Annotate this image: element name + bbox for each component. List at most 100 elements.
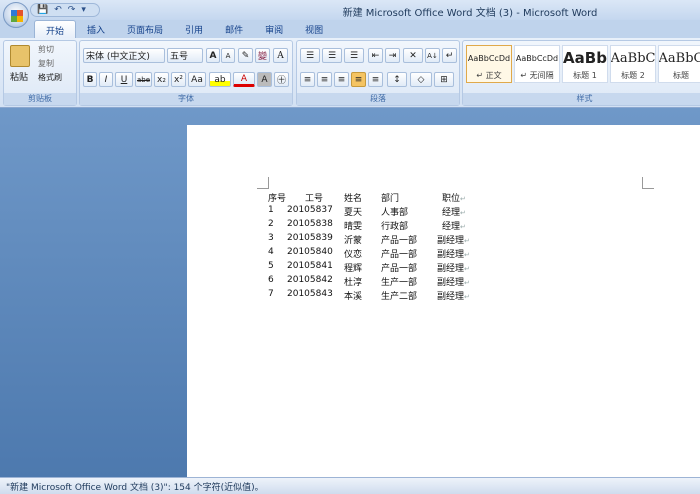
table-cell: 行政部	[381, 222, 409, 232]
table-cell: 产品一部	[381, 236, 418, 246]
table-cell: 20105839	[287, 233, 333, 243]
table-cell: 生产二部	[381, 292, 418, 302]
undo-icon[interactable]: ↶	[54, 5, 62, 15]
underline-button[interactable]: U	[115, 72, 133, 87]
grow-font-button[interactable]: A	[206, 48, 220, 63]
styles-group: AaBbCcDd ↵ 正文 AaBbCcDd ↵ 无间隔 AaBb 标题 1 AaBb…	[462, 40, 700, 106]
document-page[interactable]: 序号 工号 姓名 部门 职位↵ 1 20105837 夏天 人事部 经理↵ 2 20105838 晴雯行…	[187, 125, 700, 477]
table-header-cell: 工号	[305, 194, 324, 204]
table-cell: 经理↵	[442, 208, 466, 218]
numbering-button[interactable]: ☰	[322, 48, 342, 63]
table-cell: 20105838	[287, 219, 333, 229]
paste-button[interactable]: 粘贴	[10, 70, 28, 83]
style-heading-2[interactable]: AaBbC 标题 2	[610, 45, 656, 83]
copy-button[interactable]: 复制	[38, 58, 54, 69]
format-painter-button[interactable]: 格式刷	[38, 72, 62, 83]
show-marks-button[interactable]: ↵	[442, 48, 457, 63]
justify-button[interactable]: ≡	[351, 72, 366, 87]
window-title: 新建 Microsoft Office Word 文档 (3) - Micros…	[342, 8, 598, 19]
paragraph-mark-icon: ↵	[464, 293, 470, 301]
styles-group-label: 样式	[463, 93, 700, 105]
tab-mailings[interactable]: 邮件	[214, 20, 254, 39]
style-heading-1[interactable]: AaBb 标题 1	[562, 45, 608, 83]
change-case-button[interactable]: Aa	[188, 72, 206, 87]
table-cell: 20105840	[287, 247, 333, 257]
table-cell: 6	[268, 275, 274, 285]
italic-button[interactable]: I	[99, 72, 113, 87]
office-logo-icon	[11, 10, 23, 22]
style-title[interactable]: AaBbC 标题	[658, 45, 700, 83]
font-size-dropdown[interactable]: 五号	[167, 48, 203, 63]
table-header-cell: 职位↵	[442, 194, 466, 204]
character-shading-button[interactable]: A	[257, 72, 272, 87]
decrease-indent-button[interactable]: ⇤	[368, 48, 383, 63]
distributed-button[interactable]: ≡	[368, 72, 383, 87]
style-no-spacing[interactable]: AaBbCcDd ↵ 无间隔	[514, 45, 560, 83]
table-cell: 产品一部	[381, 264, 418, 274]
table-cell: 20105842	[287, 275, 333, 285]
enclose-character-button[interactable]: ㊉	[274, 72, 289, 87]
align-left-button[interactable]: ≡	[300, 72, 315, 87]
phonetic-guide-button[interactable]: 變	[255, 48, 270, 63]
align-center-button[interactable]: ≡	[317, 72, 332, 87]
customize-qat-icon[interactable]: ▾	[81, 5, 86, 15]
bold-button[interactable]: B	[83, 72, 97, 87]
tab-home[interactable]: 开始	[34, 20, 77, 39]
cut-button[interactable]: 剪切	[38, 44, 54, 55]
table-cell: 副经理↵	[437, 264, 470, 274]
table-cell: 生产一部	[381, 278, 418, 288]
tab-review[interactable]: 审阅	[254, 20, 294, 39]
strikethrough-button[interactable]: abe	[135, 72, 152, 87]
highlight-button[interactable]: ab	[209, 72, 231, 87]
tab-insert[interactable]: 插入	[76, 20, 116, 39]
table-cell: 晴雯	[344, 222, 363, 232]
font-group-label: 字体	[80, 93, 292, 105]
tab-view[interactable]: 视图	[294, 20, 334, 39]
paragraph-mark-icon: ↵	[464, 265, 470, 273]
table-cell: 20105837	[287, 205, 333, 215]
table-cell: 20105841	[287, 261, 333, 271]
table-cell: 夏天	[344, 208, 363, 218]
margin-corner-mark	[642, 177, 654, 189]
font-name-dropdown[interactable]: 宋体 (中文正文)	[83, 48, 165, 63]
superscript-button[interactable]: x²	[171, 72, 186, 87]
paragraph-mark-icon: ↵	[460, 223, 466, 231]
shrink-font-button[interactable]: A	[221, 48, 235, 63]
ribbon: 粘贴 剪切 复制 格式刷 剪贴板 宋体 (中文正文) 五号 A A ✎ 變 A …	[0, 38, 700, 108]
sort-button[interactable]: A↓	[425, 48, 440, 63]
save-icon[interactable]: 💾	[37, 5, 48, 15]
paragraph-mark-icon: ↵	[460, 195, 466, 203]
office-button[interactable]	[3, 2, 29, 28]
character-border-button[interactable]: A	[273, 48, 288, 63]
table-cell: 副经理↵	[437, 292, 470, 302]
ribbon-tabs: 开始 插入 页面布局 引用 邮件 审阅 视图	[0, 20, 700, 39]
multilevel-list-button[interactable]: ☰	[344, 48, 364, 63]
paste-icon[interactable]	[10, 45, 30, 67]
paragraph-mark-icon: ↵	[464, 279, 470, 287]
tab-references[interactable]: 引用	[174, 20, 214, 39]
clear-formatting-button[interactable]: ✎	[238, 48, 253, 63]
align-right-button[interactable]: ≡	[334, 72, 349, 87]
asian-layout-button[interactable]: ✕	[403, 48, 423, 63]
table-cell: 7	[268, 289, 274, 299]
table-cell: 人事部	[381, 208, 409, 218]
font-group: 宋体 (中文正文) 五号 A A ✎ 變 A B I U abe x₂ x² A…	[79, 40, 293, 106]
table-cell: 20105843	[287, 289, 333, 299]
borders-button[interactable]: ⊞	[434, 72, 454, 87]
table-cell: 杜淳	[344, 278, 363, 288]
style-normal[interactable]: AaBbCcDd ↵ 正文	[466, 45, 512, 83]
line-spacing-button[interactable]: ↕	[387, 72, 407, 87]
subscript-button[interactable]: x₂	[154, 72, 169, 87]
table-cell: 沂蒙	[344, 236, 363, 246]
tab-page-layout[interactable]: 页面布局	[116, 20, 174, 39]
table-header-cell: 姓名	[344, 194, 363, 204]
increase-indent-button[interactable]: ⇥	[385, 48, 400, 63]
redo-icon[interactable]: ↷	[68, 5, 76, 15]
paragraph-group: ☰ ☰ ☰ ⇤ ⇥ ✕ A↓ ↵ ≡ ≡ ≡ ≡ ≡ ↕ ◇ ⊞ 段落	[296, 40, 460, 106]
table-cell: 副经理↵	[437, 250, 470, 260]
font-color-button[interactable]: A	[233, 72, 255, 87]
shading-button[interactable]: ◇	[410, 72, 432, 87]
paragraph-mark-icon: ↵	[464, 237, 470, 245]
table-cell: 副经理↵	[437, 236, 470, 246]
bullets-button[interactable]: ☰	[300, 48, 320, 63]
